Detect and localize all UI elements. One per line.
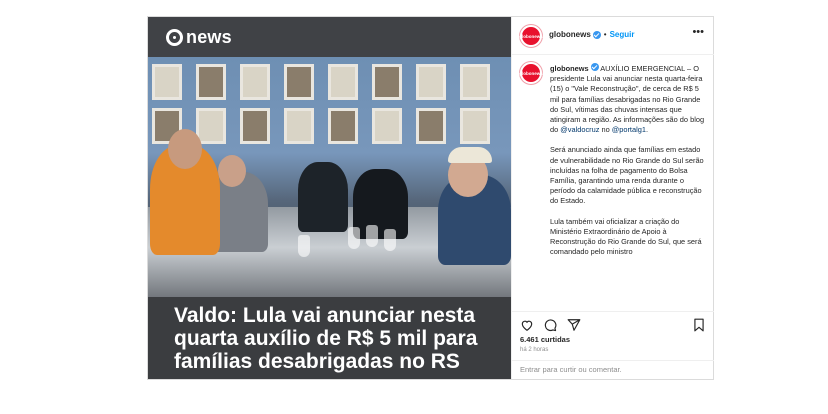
caption-paragraph-3: Lula também vai oficializar a criação do… [550, 216, 702, 257]
avatar-label: globonews [519, 33, 543, 39]
portrait-frame [372, 108, 402, 144]
comment-input[interactable] [520, 365, 706, 374]
verified-badge-icon [590, 63, 599, 71]
bookmark-icon[interactable] [692, 318, 706, 332]
comment-icon[interactable] [543, 318, 557, 332]
portrait-wall [152, 64, 496, 144]
portrait-frame [152, 64, 182, 100]
caption-text: AUXÍLIO EMERGENCIAL – O presidente Lula … [550, 64, 705, 135]
heart-icon[interactable] [520, 318, 534, 332]
portrait-frame [328, 108, 358, 144]
separator-dot: • [603, 30, 607, 39]
portrait-frame [460, 108, 490, 144]
portrait-frame [196, 108, 226, 144]
person-head [218, 155, 246, 187]
instagram-post: news Valdo: Lula vai anunciar nesta quar… [147, 16, 714, 380]
glass [348, 227, 360, 249]
profile-avatar[interactable]: globonews [519, 25, 543, 47]
caption-avatar[interactable]: globonews [519, 62, 543, 84]
caption-username[interactable]: globonews [550, 64, 589, 73]
portrait-frame [240, 108, 270, 144]
portrait-frame [284, 108, 314, 144]
post-caption: globonews AUXÍLIO EMERGENCIAL – O presid… [550, 63, 708, 267]
caption-paragraph-2: Será anunciado ainda que famílias em est… [550, 145, 704, 206]
comment-bar [512, 360, 714, 379]
caption-end: . [645, 125, 649, 135]
portrait-frame [416, 108, 446, 144]
glass [366, 225, 378, 247]
post-timestamp[interactable]: há 2 horas [520, 347, 548, 353]
mention-portalg1[interactable]: @portalg1 [612, 125, 646, 134]
post-header: globonews globonews • Seguir ••• [512, 17, 714, 55]
likes-count[interactable]: 6.461 curtidas [520, 335, 570, 344]
mention-valdocruz[interactable]: @valdocruz [560, 125, 599, 134]
image-headline: Valdo: Lula vai anunciar nesta quarta au… [174, 304, 478, 373]
portrait-frame [196, 64, 226, 100]
verified-badge-icon [592, 30, 601, 39]
caption-paragraph: globonews AUXÍLIO EMERGENCIAL – O presid… [550, 63, 708, 135]
portrait-frame [240, 64, 270, 100]
caption-connector: no [599, 125, 612, 135]
person [298, 162, 348, 232]
media-banner: news [148, 17, 511, 57]
more-options-icon[interactable]: ••• [692, 26, 704, 38]
follow-button[interactable]: Seguir [610, 30, 635, 39]
post-sidebar: globonews globonews • Seguir ••• globone… [511, 17, 714, 379]
portrait-frame [460, 64, 490, 100]
username-link[interactable]: globonews [549, 30, 591, 39]
caption-area: globonews globonews AUXÍLIO EMERGENCIAL … [512, 55, 714, 311]
portrait-frame [284, 64, 314, 100]
glass [298, 235, 310, 257]
avatar-label: globonews [519, 70, 543, 76]
share-icon[interactable] [567, 318, 581, 332]
brand-text: news [186, 27, 232, 47]
person-head [168, 129, 202, 169]
globonews-logo: news [166, 27, 232, 48]
meeting-photo [148, 57, 511, 297]
person [353, 169, 408, 239]
post-image[interactable]: news Valdo: Lula vai anunciar nesta quar… [148, 17, 511, 379]
portrait-frame [372, 64, 402, 100]
portrait-frame [328, 64, 358, 100]
post-author: globonews • Seguir [549, 30, 635, 39]
action-bar [512, 311, 714, 332]
cap [448, 147, 492, 163]
globo-ring-icon [166, 29, 183, 46]
glass [384, 229, 396, 251]
portrait-frame [416, 64, 446, 100]
